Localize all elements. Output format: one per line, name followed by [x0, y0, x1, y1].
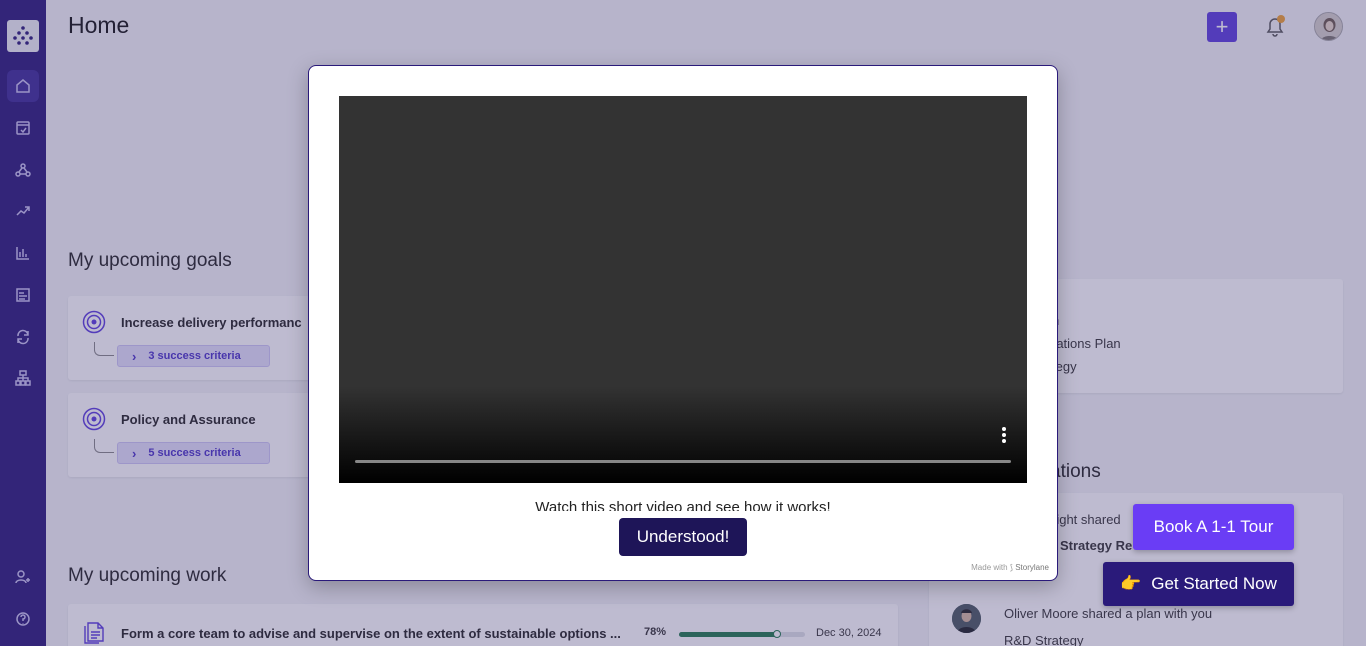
storylane-logo-icon: ⟆: [1009, 563, 1013, 572]
video-caption: Watch this short video and see how it wo…: [535, 499, 831, 511]
understood-button[interactable]: Understood!: [619, 518, 747, 556]
video-modal: Watch this short video and see how it wo…: [308, 65, 1058, 581]
book-tour-button[interactable]: Book A 1-1 Tour: [1133, 504, 1294, 550]
made-with-badge[interactable]: Made with ⟆ Storylane: [971, 563, 1049, 572]
brand-name: Storylane: [1015, 563, 1049, 572]
get-started-button[interactable]: 👉 Get Started Now: [1103, 562, 1294, 606]
made-with-label: Made with: [971, 563, 1008, 572]
pointing-hand-icon: 👉: [1120, 574, 1142, 593]
get-started-label: Get Started Now: [1151, 574, 1277, 593]
video-player[interactable]: [339, 96, 1027, 483]
more-options-icon[interactable]: [1001, 427, 1007, 443]
video-progress-track[interactable]: [355, 460, 1011, 463]
